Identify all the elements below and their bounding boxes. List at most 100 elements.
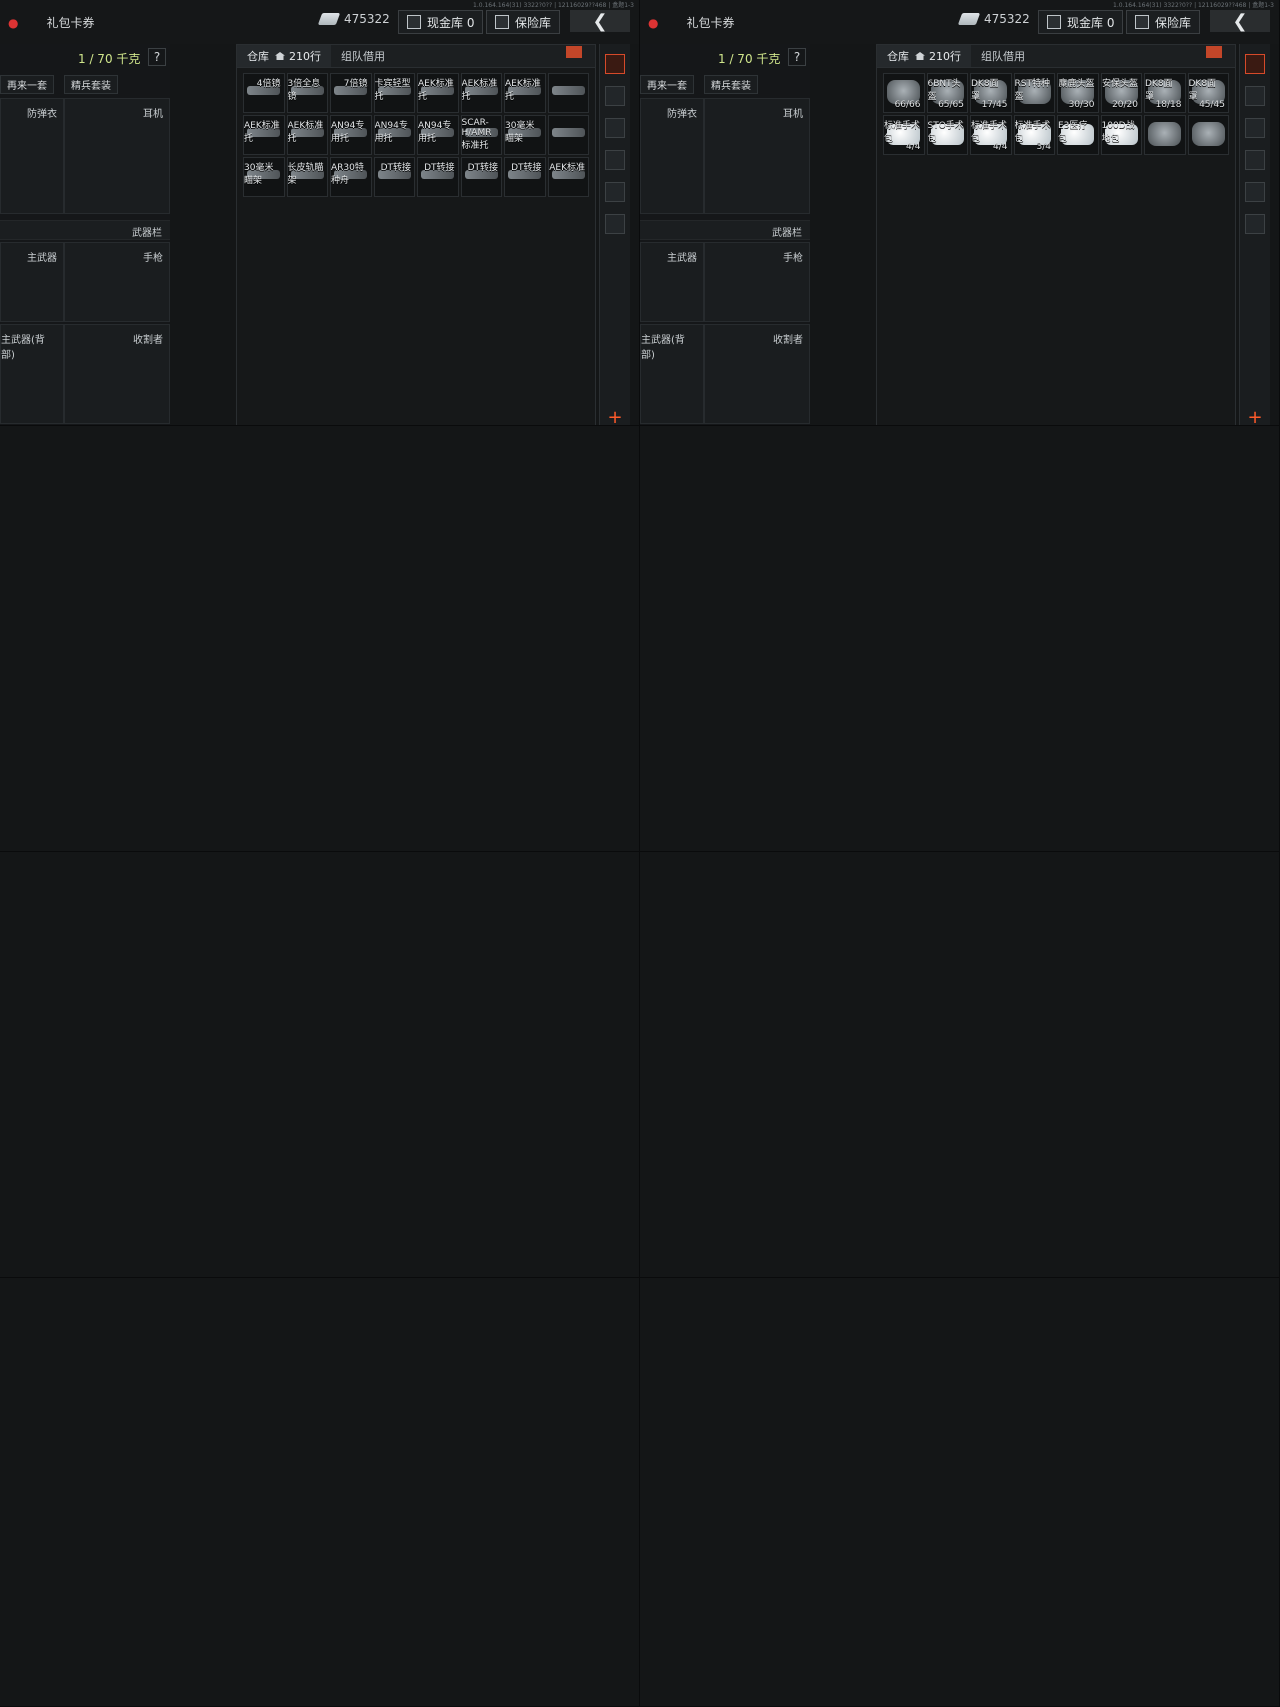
category-hand-icon[interactable]	[1245, 182, 1265, 202]
inventory-item[interactable]: DT转接	[373, 157, 415, 197]
headset-slot-label: 耳机	[783, 109, 803, 120]
inventory-item[interactable]: 卡宾轻型托	[373, 73, 415, 113]
inventory-item[interactable]: AEK标准托	[286, 115, 328, 155]
item-name: DK8面罩	[1145, 79, 1173, 102]
item-count: 4/4	[993, 142, 1008, 152]
category-weapon-icon[interactable]	[605, 118, 625, 138]
inventory-item[interactable]: AR30特种舟	[330, 157, 372, 197]
add-icon[interactable]: +	[1246, 407, 1264, 427]
inventory-item[interactable]: DT转接	[417, 157, 459, 197]
category-mag-icon[interactable]	[605, 150, 625, 170]
collector-slot[interactable]: 收割者	[64, 324, 170, 424]
inventory-item[interactable]: AN94专用托	[373, 115, 415, 155]
pistol-slot[interactable]: 手枪	[64, 242, 170, 322]
category-gear-icon[interactable]	[605, 86, 625, 106]
equipment-sidebar: 1 / 70 千克 ? 再来一套 精兵套装 防弹衣 耳机 武器栏 主武器 手枪	[0, 44, 170, 426]
weapon-bar-label: 武器栏	[132, 228, 162, 239]
inventory-item[interactable]: 3倍全息镜	[286, 73, 328, 113]
category-gear-icon[interactable]	[1245, 86, 1265, 106]
help-button[interactable]: ?	[788, 48, 806, 66]
main-weapon-slot[interactable]: 主武器	[640, 242, 704, 322]
item-name: DT转接	[511, 163, 542, 173]
cash-vault-button[interactable]: 现金库 0	[398, 10, 484, 34]
home-icon	[915, 52, 925, 60]
inventory-item[interactable]: 麋鹿头盔 30/30	[1057, 73, 1099, 113]
category-mag-icon[interactable]	[1245, 150, 1265, 170]
inventory-item[interactable]: AEK标准	[547, 157, 589, 197]
inventory-item[interactable]: 长皮轨瞄架	[286, 157, 328, 197]
main-weapon-back-slot[interactable]: 主武器(背部)	[640, 324, 704, 424]
inventory-item[interactable]: DT转接	[460, 157, 502, 197]
inventory-item[interactable]: 标准手术包 4/4	[970, 115, 1012, 155]
inventory-item[interactable]: 安保头盔 20/20	[1100, 73, 1142, 113]
inventory-item[interactable]: DT转接	[504, 157, 546, 197]
inventory-item[interactable]: AN94专用托	[417, 115, 459, 155]
inventory-item[interactable]: 30毫米瞄架	[504, 115, 546, 155]
item-name: AN94专用托	[418, 121, 452, 144]
inventory-item[interactable]: 100D战地包	[1100, 115, 1142, 155]
category-helmet-icon[interactable]	[1245, 214, 1265, 234]
inventory-item[interactable]: 标准手术包 4/4	[883, 115, 925, 155]
main-weapon-slot[interactable]: 主武器	[0, 242, 64, 322]
category-weapon-icon[interactable]	[1245, 118, 1265, 138]
armor-slot[interactable]: 防弹衣	[0, 98, 64, 214]
tab-warehouse[interactable]: 仓库 210行	[237, 45, 331, 67]
armor-slot[interactable]: 防弹衣	[640, 98, 704, 214]
inventory-item[interactable]: 66/66	[883, 73, 925, 113]
pistol-slot[interactable]: 手枪	[704, 242, 810, 322]
category-helmet-icon[interactable]	[605, 214, 625, 234]
inventory-item[interactable]: RST特种盔	[1013, 73, 1055, 113]
item-name: AEK标准托	[244, 121, 280, 144]
inventory-item[interactable]: 7倍镜	[330, 73, 372, 113]
inventory-item[interactable]: AN94专用托	[330, 115, 372, 155]
back-button[interactable]: ❮	[1210, 10, 1270, 32]
main-weapon-back-slot[interactable]: 主武器(背部)	[0, 324, 64, 424]
gift-tab[interactable]: 礼包卡券	[686, 14, 734, 31]
inventory-item[interactable]	[547, 115, 589, 155]
elite-set-button[interactable]: 精兵套装	[64, 74, 118, 94]
again-button[interactable]: 再来一套	[640, 74, 694, 94]
equipment-sidebar: 1 / 70 千克 ? 再来一套 精兵套装 防弹衣 耳机 武器栏 主武器 手枪	[640, 44, 810, 426]
inventory-item[interactable]: 标准手术包 3/4	[1013, 115, 1055, 155]
inventory-item[interactable]: AEK标准托	[243, 115, 285, 155]
inventory-item[interactable]: AEK标准托	[417, 73, 459, 113]
headset-slot[interactable]: 耳机	[704, 98, 810, 214]
inventory-item[interactable]: AEK标准托	[460, 73, 502, 113]
tab-warehouse[interactable]: 仓库 210行	[877, 45, 971, 67]
inventory-item[interactable]: 4倍镜	[243, 73, 285, 113]
safe-button[interactable]: 保险库	[1126, 10, 1201, 34]
back-button[interactable]: ❮	[570, 10, 630, 32]
inventory-item[interactable]: E3医疗包	[1057, 115, 1099, 155]
tab-squad-borrow[interactable]: 组队借用	[331, 45, 395, 67]
item-name: 4倍镜	[256, 79, 281, 89]
safe-button[interactable]: 保险库	[486, 10, 561, 34]
inventory-item[interactable]: 6BNT头盔 65/65	[926, 73, 968, 113]
collector-slot[interactable]: 收割者	[704, 324, 810, 424]
safe-label: 保险库	[515, 15, 552, 30]
cash-vault-button[interactable]: 现金库 0	[1038, 10, 1124, 34]
inventory-item[interactable]: DK8面罩 45/45	[1187, 73, 1229, 113]
inventory-item[interactable]: DK8面罩 17/45	[970, 73, 1012, 113]
category-hand-icon[interactable]	[605, 182, 625, 202]
tab-squad-borrow[interactable]: 组队借用	[971, 45, 1035, 67]
inventory-item[interactable]	[547, 73, 589, 113]
inventory-item[interactable]: AEK标准托	[504, 73, 546, 113]
gift-tab[interactable]: 礼包卡券	[46, 14, 94, 31]
add-icon[interactable]: +	[606, 407, 624, 427]
panel-1: ● 礼包卡券 475322 现金库 0 保险库 ❮ 1.0.164.164(31…	[0, 0, 640, 426]
inventory-item[interactable]: SCAR-H/AMR标准托	[460, 115, 502, 155]
item-name: AEK标准托	[287, 121, 324, 144]
category-active-icon[interactable]	[1245, 54, 1265, 74]
inventory-item[interactable]	[1144, 115, 1186, 155]
item-count: 18/18	[1155, 100, 1182, 110]
inventory-item[interactable]	[1187, 115, 1229, 155]
again-button[interactable]: 再来一套	[0, 74, 54, 94]
inventory-item[interactable]: STO手术包	[926, 115, 968, 155]
help-button[interactable]: ?	[148, 48, 166, 66]
inventory-item[interactable]: DK8面罩 18/18	[1144, 73, 1186, 113]
category-active-icon[interactable]	[605, 54, 625, 74]
headset-slot[interactable]: 耳机	[64, 98, 170, 214]
elite-set-button[interactable]: 精兵套装	[704, 74, 758, 94]
inventory-item[interactable]: 30毫米瞄架	[243, 157, 285, 197]
item-name: AN94专用托	[331, 121, 365, 144]
